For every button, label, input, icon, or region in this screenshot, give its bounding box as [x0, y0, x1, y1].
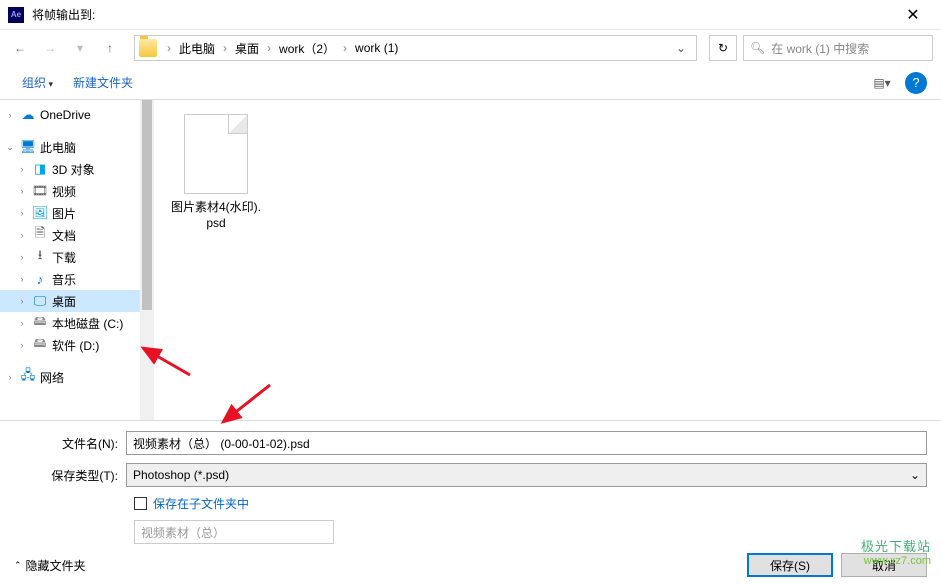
cube-icon: ◨	[32, 161, 48, 177]
sidebar-scrollbar[interactable]	[140, 100, 154, 420]
file-list[interactable]: 图片素材4(水印).psd	[154, 100, 941, 420]
chevron-right-icon[interactable]: ›	[339, 41, 351, 55]
tree-downloads[interactable]: ›⭳下载	[0, 246, 140, 268]
filename-label: 文件名(N):	[14, 435, 126, 452]
scrollbar-thumb[interactable]	[142, 100, 152, 310]
cancel-button[interactable]: 取消	[841, 553, 927, 577]
tree-onedrive[interactable]: ›☁OneDrive	[0, 104, 140, 126]
search-placeholder: 在 work (1) 中搜索	[771, 40, 869, 57]
chevron-right-icon[interactable]: ›	[163, 41, 175, 55]
subfolder-label[interactable]: 保存在子文件夹中	[153, 495, 249, 512]
subfolder-checkbox[interactable]	[134, 497, 147, 510]
tree-diskd[interactable]: ›🖴软件 (D:)	[0, 334, 140, 356]
crumb-desktop[interactable]: 桌面	[231, 40, 263, 57]
nav-back-icon[interactable]: ←	[8, 36, 32, 60]
help-button[interactable]: ?	[905, 72, 927, 94]
pc-icon: 🖥	[20, 139, 36, 155]
organize-button[interactable]: 组织	[14, 70, 61, 95]
sidebar-tree[interactable]: ›☁OneDrive ⌄🖥此电脑 ›◨3D 对象 ›🎞视频 ›🖼图片 ›🗎文档 …	[0, 100, 140, 420]
chevron-down-icon: ⌄	[910, 468, 920, 482]
close-button[interactable]: ✕	[893, 5, 933, 25]
tree-3dobjects[interactable]: ›◨3D 对象	[0, 158, 140, 180]
document-icon: 🗎	[32, 227, 48, 243]
tree-network[interactable]: ›🖧网络	[0, 366, 140, 388]
desktop-icon: 🖵	[32, 293, 48, 309]
onedrive-icon: ☁	[20, 107, 36, 123]
tree-diskc[interactable]: ›🖴本地磁盘 (C:)	[0, 312, 140, 334]
savetype-select[interactable]: Photoshop (*.psd) ⌄	[126, 463, 927, 487]
search-input[interactable]: 🔍︎ 在 work (1) 中搜索	[743, 35, 933, 61]
window-title: 将帧输出到:	[32, 6, 893, 23]
crumb-work1[interactable]: work (1)	[351, 41, 402, 55]
network-icon: 🖧	[20, 369, 36, 385]
tree-music[interactable]: ›♪音乐	[0, 268, 140, 290]
tree-videos[interactable]: ›🎞视频	[0, 180, 140, 202]
refresh-button[interactable]: ↻	[709, 35, 737, 61]
breadcrumb[interactable]: › 此电脑 › 桌面 › work（2） › work (1) ⌄	[134, 35, 697, 61]
disk-icon: 🖴	[32, 337, 48, 353]
crumb-work2[interactable]: work（2）	[275, 40, 339, 57]
search-icon: 🔍︎	[750, 41, 765, 55]
chevron-right-icon[interactable]: ›	[263, 41, 275, 55]
view-mode-button[interactable]: ▤▾	[869, 72, 895, 94]
subfolder-input[interactable]: 视频素材（总）	[134, 520, 334, 544]
filename-input[interactable]	[126, 431, 927, 455]
file-label: 图片素材4(水印).psd	[168, 200, 264, 231]
breadcrumb-dropdown-icon[interactable]: ⌄	[670, 41, 692, 55]
nav-up-icon[interactable]: ↑	[98, 36, 122, 60]
tree-desktop[interactable]: ›🖵桌面	[0, 290, 140, 312]
file-item[interactable]: 图片素材4(水印).psd	[168, 114, 264, 231]
chevron-right-icon[interactable]: ›	[219, 41, 231, 55]
savetype-value: Photoshop (*.psd)	[133, 468, 229, 482]
tree-documents[interactable]: ›🗎文档	[0, 224, 140, 246]
save-button[interactable]: 保存(S)	[747, 553, 833, 577]
folder-icon	[139, 39, 157, 57]
nav-forward-icon: →	[38, 36, 62, 60]
savetype-label: 保存类型(T):	[14, 467, 126, 484]
crumb-thispc[interactable]: 此电脑	[175, 40, 219, 57]
video-icon: 🎞	[32, 183, 48, 199]
tree-thispc[interactable]: ⌄🖥此电脑	[0, 136, 140, 158]
nav-recent-icon[interactable]: ▾	[68, 36, 92, 60]
download-icon: ⭳	[32, 249, 48, 265]
hide-folders-toggle[interactable]: ⌃ 隐藏文件夹	[14, 557, 86, 574]
new-folder-button[interactable]: 新建文件夹	[65, 70, 141, 95]
tree-pictures[interactable]: ›🖼图片	[0, 202, 140, 224]
music-icon: ♪	[32, 271, 48, 287]
file-icon	[184, 114, 248, 194]
disk-icon: 🖴	[32, 315, 48, 331]
app-icon: Ae	[8, 7, 24, 23]
collapse-icon: ⌃	[14, 560, 22, 571]
picture-icon: 🖼	[32, 205, 48, 221]
